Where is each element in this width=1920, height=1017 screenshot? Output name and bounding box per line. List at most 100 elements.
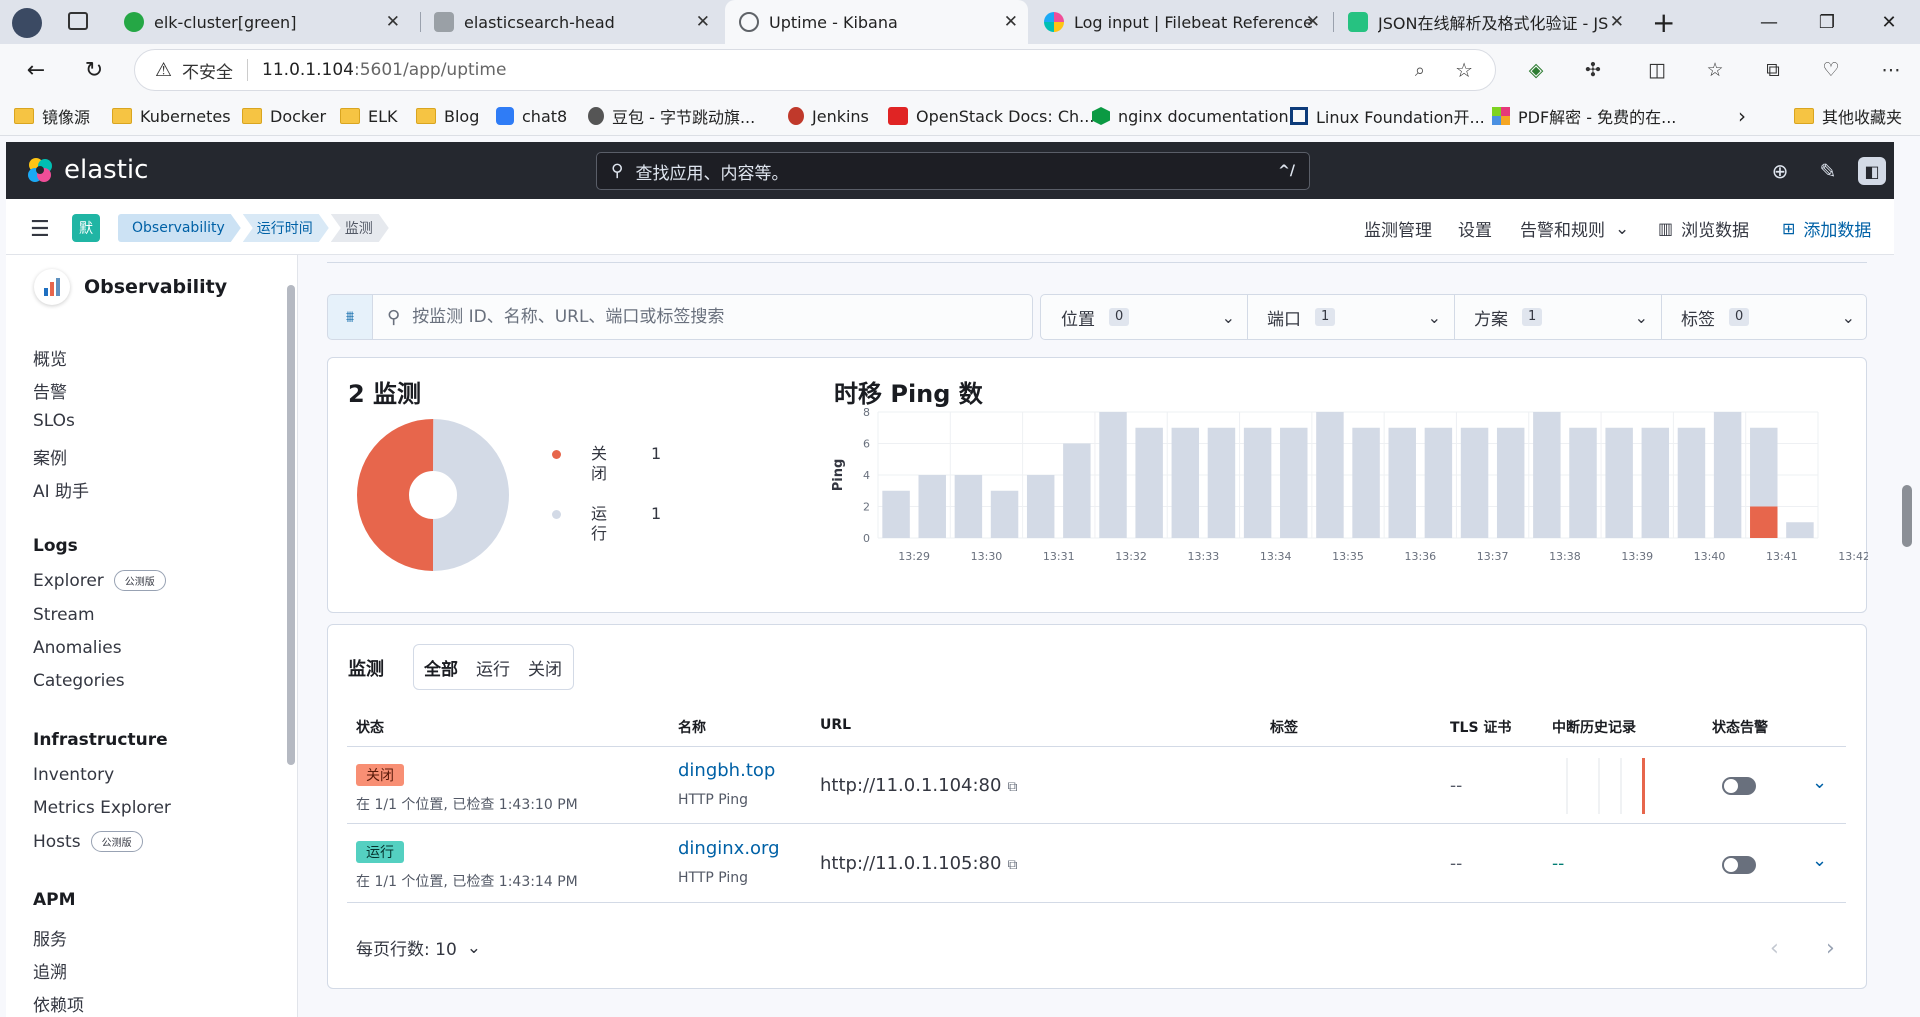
tab-up[interactable]: 运行 bbox=[476, 655, 510, 680]
filter-location[interactable]: 位置 0 ⌄ bbox=[1061, 295, 1247, 339]
sidebar-item-dependencies[interactable]: 依赖项 bbox=[33, 991, 84, 1016]
elastic-logo[interactable]: elastic bbox=[26, 155, 148, 185]
bookmark-folder[interactable]: 镜像源 bbox=[14, 104, 90, 128]
profile-avatar[interactable] bbox=[12, 8, 42, 38]
rows-per-page-select[interactable]: 每页行数: 10 ⌄ bbox=[356, 935, 481, 961]
filter-scheme[interactable]: 方案 1 ⌄ bbox=[1474, 295, 1660, 339]
space-avatar[interactable]: 默 bbox=[72, 214, 100, 242]
bookmarks-more-chevron-icon[interactable]: › bbox=[1738, 104, 1746, 128]
sidebar-item-inventory[interactable]: Inventory bbox=[33, 765, 114, 785]
bookmark-folder-other[interactable]: 其他收藏夹 bbox=[1794, 104, 1902, 128]
tab-filebeat-reference[interactable]: Log input | Filebeat Reference [8 ✕ bbox=[1030, 0, 1330, 44]
bookmark-folder[interactable]: Blog bbox=[416, 104, 479, 128]
previous-page-icon[interactable]: ‹ bbox=[1770, 936, 1779, 961]
bookmark-linux-foundation[interactable]: Linux Foundation开... bbox=[1290, 104, 1485, 128]
sidebar-scrollbar[interactable] bbox=[287, 285, 295, 765]
close-icon[interactable]: ✕ bbox=[1306, 12, 1320, 32]
sidebar-item-overview[interactable]: 概览 bbox=[33, 345, 67, 370]
folder-icon bbox=[112, 108, 132, 124]
new-tab-button[interactable]: + bbox=[1652, 6, 1675, 39]
more-menu-icon[interactable]: ⋯ bbox=[1878, 57, 1904, 83]
bookmark-folder[interactable]: Kubernetes bbox=[112, 104, 231, 128]
tab-actions-icon[interactable] bbox=[68, 12, 88, 30]
close-icon[interactable]: ✕ bbox=[386, 12, 400, 32]
alerts-rules-menu[interactable]: 告警和规则 ⌄ bbox=[1520, 216, 1629, 242]
column-url[interactable]: URL bbox=[820, 717, 851, 733]
window-close-icon[interactable]: ✕ bbox=[1860, 0, 1918, 44]
bookmark-pdf[interactable]: PDF解密 - 免费的在... bbox=[1492, 104, 1676, 128]
expand-row-chevron-icon[interactable]: ⌄ bbox=[1812, 850, 1827, 871]
settings-link[interactable]: 设置 bbox=[1458, 216, 1492, 241]
monitor-url-link[interactable]: http://11.0.1.105:80 ⧉ bbox=[820, 853, 1017, 874]
sidebar-item-services[interactable]: 服务 bbox=[33, 925, 67, 950]
sidebar-item-hosts[interactable]: Hosts 公测版 bbox=[33, 831, 143, 852]
reload-button[interactable]: ↻ bbox=[78, 54, 110, 86]
bookmark-folder[interactable]: ELK bbox=[340, 104, 398, 128]
monitor-url-link[interactable]: http://11.0.1.104:80 ⧉ bbox=[820, 775, 1017, 796]
tab-all[interactable]: 全部 bbox=[424, 655, 458, 680]
monitor-search[interactable]: ⚲ bbox=[373, 294, 1033, 340]
sidebar-item-alerts[interactable]: 告警 bbox=[33, 378, 67, 403]
page-scrollbar[interactable] bbox=[1898, 250, 1916, 1017]
sidebar-item-explorer[interactable]: Explorer 公测版 bbox=[33, 570, 166, 591]
sidebar-item-metrics-explorer[interactable]: Metrics Explorer bbox=[33, 798, 171, 818]
explore-data-link[interactable]: ▥ 浏览数据 bbox=[1658, 216, 1749, 241]
tab-elk-cluster[interactable]: elk-cluster[green] ✕ bbox=[110, 0, 410, 44]
ping-bar-up bbox=[1569, 427, 1597, 538]
breadcrumb-uptime[interactable]: 运行时间 bbox=[243, 214, 329, 242]
filter-icon[interactable]: ⩩ bbox=[327, 294, 373, 340]
tab-elasticsearch-head[interactable]: elasticsearch-head ✕ bbox=[420, 0, 720, 44]
sidebar-item-slos[interactable]: SLOs bbox=[33, 411, 75, 431]
user-avatar[interactable]: ◧ bbox=[1858, 157, 1886, 185]
split-screen-icon[interactable]: ◫ bbox=[1644, 57, 1670, 83]
search-input[interactable] bbox=[410, 306, 971, 328]
breadcrumb-observability[interactable]: Observability bbox=[118, 214, 241, 242]
monitor-name-link[interactable]: dingbh.top bbox=[678, 760, 775, 781]
bookmark-openstack[interactable]: OpenStack Docs: Ch... bbox=[888, 104, 1094, 128]
status-alert-toggle[interactable] bbox=[1722, 777, 1756, 795]
bookmark-nginx[interactable]: nginx documentation bbox=[1092, 104, 1289, 128]
extension-icon[interactable]: ◈ bbox=[1523, 57, 1549, 83]
back-button[interactable]: ← bbox=[20, 54, 52, 86]
status-alert-toggle[interactable] bbox=[1722, 856, 1756, 874]
sidebar-item-categories[interactable]: Categories bbox=[33, 671, 125, 691]
monitor-type: HTTP Ping bbox=[678, 870, 749, 886]
zoom-icon[interactable]: ⌕ bbox=[1415, 60, 1425, 81]
sidebar-item-cases[interactable]: 案例 bbox=[33, 444, 67, 469]
sidebar-item-traces[interactable]: 追溯 bbox=[33, 958, 67, 983]
expand-row-chevron-icon[interactable]: ⌄ bbox=[1812, 772, 1827, 793]
url-bar[interactable]: ⚠ 不安全 11.0.1.104:5601/app/uptime ⌕ ☆ bbox=[134, 49, 1496, 91]
favorite-star-icon[interactable]: ☆ bbox=[1455, 58, 1473, 82]
sidebar-item-anomalies[interactable]: Anomalies bbox=[33, 638, 122, 658]
close-icon[interactable]: ✕ bbox=[1004, 12, 1018, 32]
close-icon[interactable]: ✕ bbox=[696, 12, 710, 32]
bookmark-doubao[interactable]: 豆包 - 字节跳动旗... bbox=[588, 104, 755, 128]
sidebar-item-ai-assistant[interactable]: AI 助手 bbox=[33, 477, 89, 502]
favorites-icon[interactable]: ☆ bbox=[1702, 57, 1728, 83]
monitor-management-link[interactable]: 监测管理 bbox=[1364, 216, 1432, 241]
performance-icon[interactable]: ♡ bbox=[1818, 57, 1844, 83]
add-data-link[interactable]: ⊞ 添加数据 bbox=[1782, 216, 1871, 241]
bookmark-chat8[interactable]: chat8 bbox=[496, 104, 567, 128]
next-page-icon[interactable]: › bbox=[1826, 936, 1835, 961]
filter-tags[interactable]: 标签 0 ⌄ bbox=[1681, 295, 1867, 339]
help-icon[interactable]: ⊕ bbox=[1766, 157, 1794, 185]
filter-port[interactable]: 端口 1 ⌄ bbox=[1267, 295, 1453, 339]
tab-down[interactable]: 关闭 bbox=[528, 655, 562, 680]
collections-icon[interactable]: ⧉ bbox=[1760, 57, 1786, 83]
assistant-icon[interactable]: ✎ bbox=[1814, 157, 1842, 185]
extensions-puzzle-icon[interactable]: ✣ bbox=[1580, 57, 1606, 83]
minimize-icon[interactable]: — bbox=[1740, 0, 1798, 44]
close-icon[interactable]: ✕ bbox=[1610, 12, 1624, 32]
bookmark-folder[interactable]: Docker bbox=[242, 104, 326, 128]
column-name[interactable]: 名称 bbox=[678, 717, 706, 737]
global-search[interactable]: ⚲ 查找应用、内容等。 ^/ bbox=[596, 152, 1310, 190]
sidebar-item-stream[interactable]: Stream bbox=[33, 605, 95, 625]
restore-icon[interactable]: ❐ bbox=[1798, 0, 1856, 44]
tab-json-parser[interactable]: JSON在线解析及格式化验证 - JS ✕ bbox=[1334, 0, 1634, 44]
bookmark-jenkins[interactable]: Jenkins bbox=[788, 104, 869, 128]
monitor-name-link[interactable]: dinginx.org bbox=[678, 838, 780, 859]
tab-uptime-kibana[interactable]: Uptime - Kibana ✕ bbox=[725, 0, 1028, 44]
column-status[interactable]: 状态 bbox=[356, 717, 384, 737]
menu-toggle-icon[interactable]: ☰ bbox=[30, 217, 50, 242]
